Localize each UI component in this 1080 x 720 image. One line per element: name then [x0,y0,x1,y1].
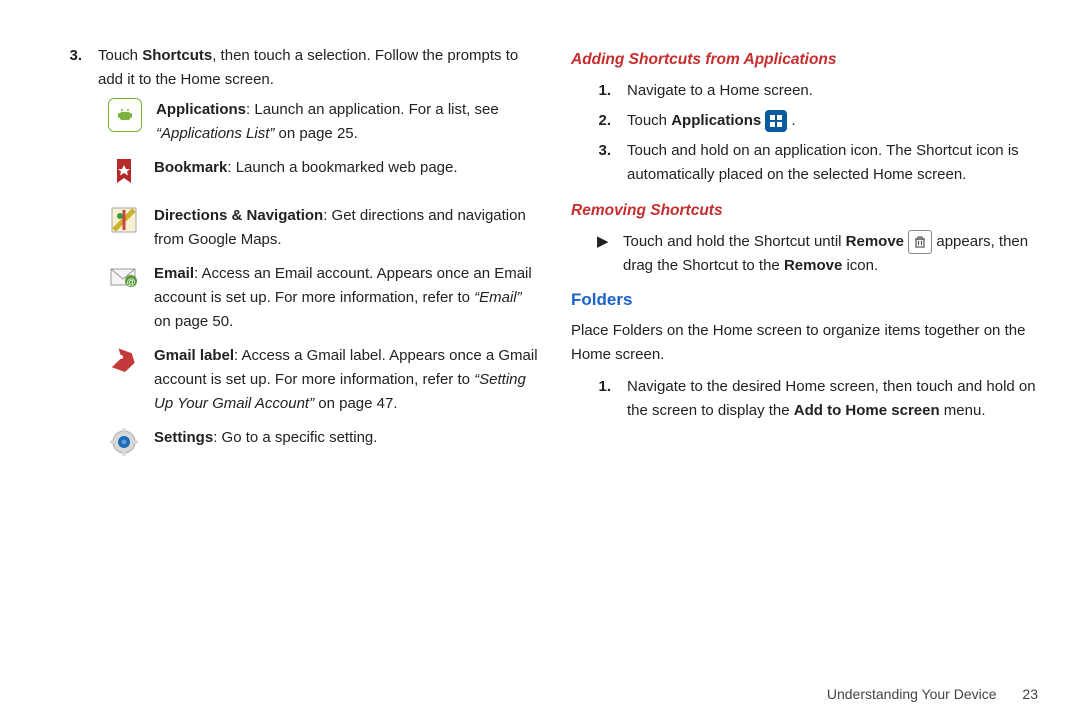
apps-page: on page 25. [274,125,357,142]
gmail-text: Gmail label: Access a Gmail label. Appea… [154,344,541,416]
step3-a: Touch [98,47,142,64]
dir-bold: Directions & Navigation [154,207,323,224]
bookmark-txt: : Launch a bookmarked web page. [227,159,457,176]
folders-intro: Place Folders on the Home screen to orga… [571,319,1044,367]
settings-item: Settings: Go to a specific setting. [108,426,541,458]
trash-icon [908,230,932,254]
remove-text: Touch and hold the Shortcut until Remove… [623,230,1044,278]
right-column: Adding Shortcuts from Applications 1. Na… [571,44,1044,700]
apps-bold: Applications [156,101,246,118]
left-column: 3. Touch Shortcuts, then touch a selecti… [68,44,541,700]
add-step-2: 2. Touch Applications . [597,109,1044,133]
add-step1-text: Navigate to a Home screen. [627,79,813,103]
bookmark-item: Bookmark: Launch a bookmarked web page. [108,156,541,188]
email-bold: Email [154,265,194,282]
rem-a: Touch and hold the Shortcut until [623,233,846,250]
s2-bold: Applications [671,112,761,129]
step-num: 2. [597,109,611,133]
settings-bold: Settings [154,429,213,446]
rem-bold2: Remove [784,257,842,274]
s2a: Touch [627,112,671,129]
page-number: 23 [1022,686,1038,702]
applications-item: Applications: Launch an application. For… [108,98,541,146]
bookmark-bold: Bookmark [154,159,227,176]
rem-bold1: Remove [846,233,904,250]
directions-text: Directions & Navigation: Get directions … [154,204,541,252]
s2b: . [787,112,795,129]
email-text: Email: Access an Email account. Appears … [154,262,541,334]
step-3-text: Touch Shortcuts, then touch a selection.… [98,44,541,92]
step-3-row: 3. Touch Shortcuts, then touch a selecti… [68,44,541,92]
email-page: on page 50. [154,313,233,330]
apps-txt: : Launch an application. For a list, see [246,101,499,118]
f1-bold: Add to Home screen [794,402,940,419]
footer-label: Understanding Your Device [827,686,997,702]
android-icon [108,98,142,132]
email-ref: “Email” [474,289,522,306]
add-step-3: 3. Touch and hold on an application icon… [597,139,1044,187]
svg-text:@: @ [126,277,135,287]
email-icon: @ [108,262,140,294]
settings-txt: : Go to a specific setting. [213,429,377,446]
step-number: 3. [68,44,82,92]
add-step3-text: Touch and hold on an application icon. T… [627,139,1044,187]
gmail-item: Gmail label: Access a Gmail label. Appea… [108,344,541,416]
add-step2-text: Touch Applications . [627,109,796,133]
page-footer: Understanding Your Device 23 [827,686,1038,702]
step-num: 3. [597,139,611,187]
gmail-label-icon [108,344,140,376]
applications-grid-icon [765,110,787,132]
folders-step-1: 1. Navigate to the desired Home screen, … [597,375,1044,423]
step-num: 1. [597,79,611,103]
page: 3. Touch Shortcuts, then touch a selecti… [0,0,1080,720]
remove-bullet: ▶ Touch and hold the Shortcut until Remo… [597,230,1044,278]
bookmark-text: Bookmark: Launch a bookmarked web page. [154,156,458,180]
email-item: @ Email: Access an Email account. Appear… [108,262,541,334]
heading-folders: Folders [571,286,1044,313]
gmail-page: on page 47. [318,395,397,412]
heading-removing-shortcuts: Removing Shortcuts [571,199,1044,224]
triangle-bullet-icon: ▶ [597,230,609,278]
step-num: 1. [597,375,611,423]
heading-adding-shortcuts: Adding Shortcuts from Applications [571,48,1044,73]
apps-ref: “Applications List” [156,125,274,142]
settings-gear-icon [108,426,140,458]
gmail-bold: Gmail label [154,347,234,364]
rem-c: icon. [842,257,878,274]
add-step-1: 1. Navigate to a Home screen. [597,79,1044,103]
folders-step1-text: Navigate to the desired Home screen, the… [627,375,1044,423]
maps-icon [108,204,140,236]
settings-text: Settings: Go to a specific setting. [154,426,377,450]
f1b: menu. [940,402,986,419]
applications-text: Applications: Launch an application. For… [156,98,541,146]
directions-item: Directions & Navigation: Get directions … [108,204,541,252]
shortcuts-bold: Shortcuts [142,47,212,64]
bookmark-icon [108,156,140,188]
